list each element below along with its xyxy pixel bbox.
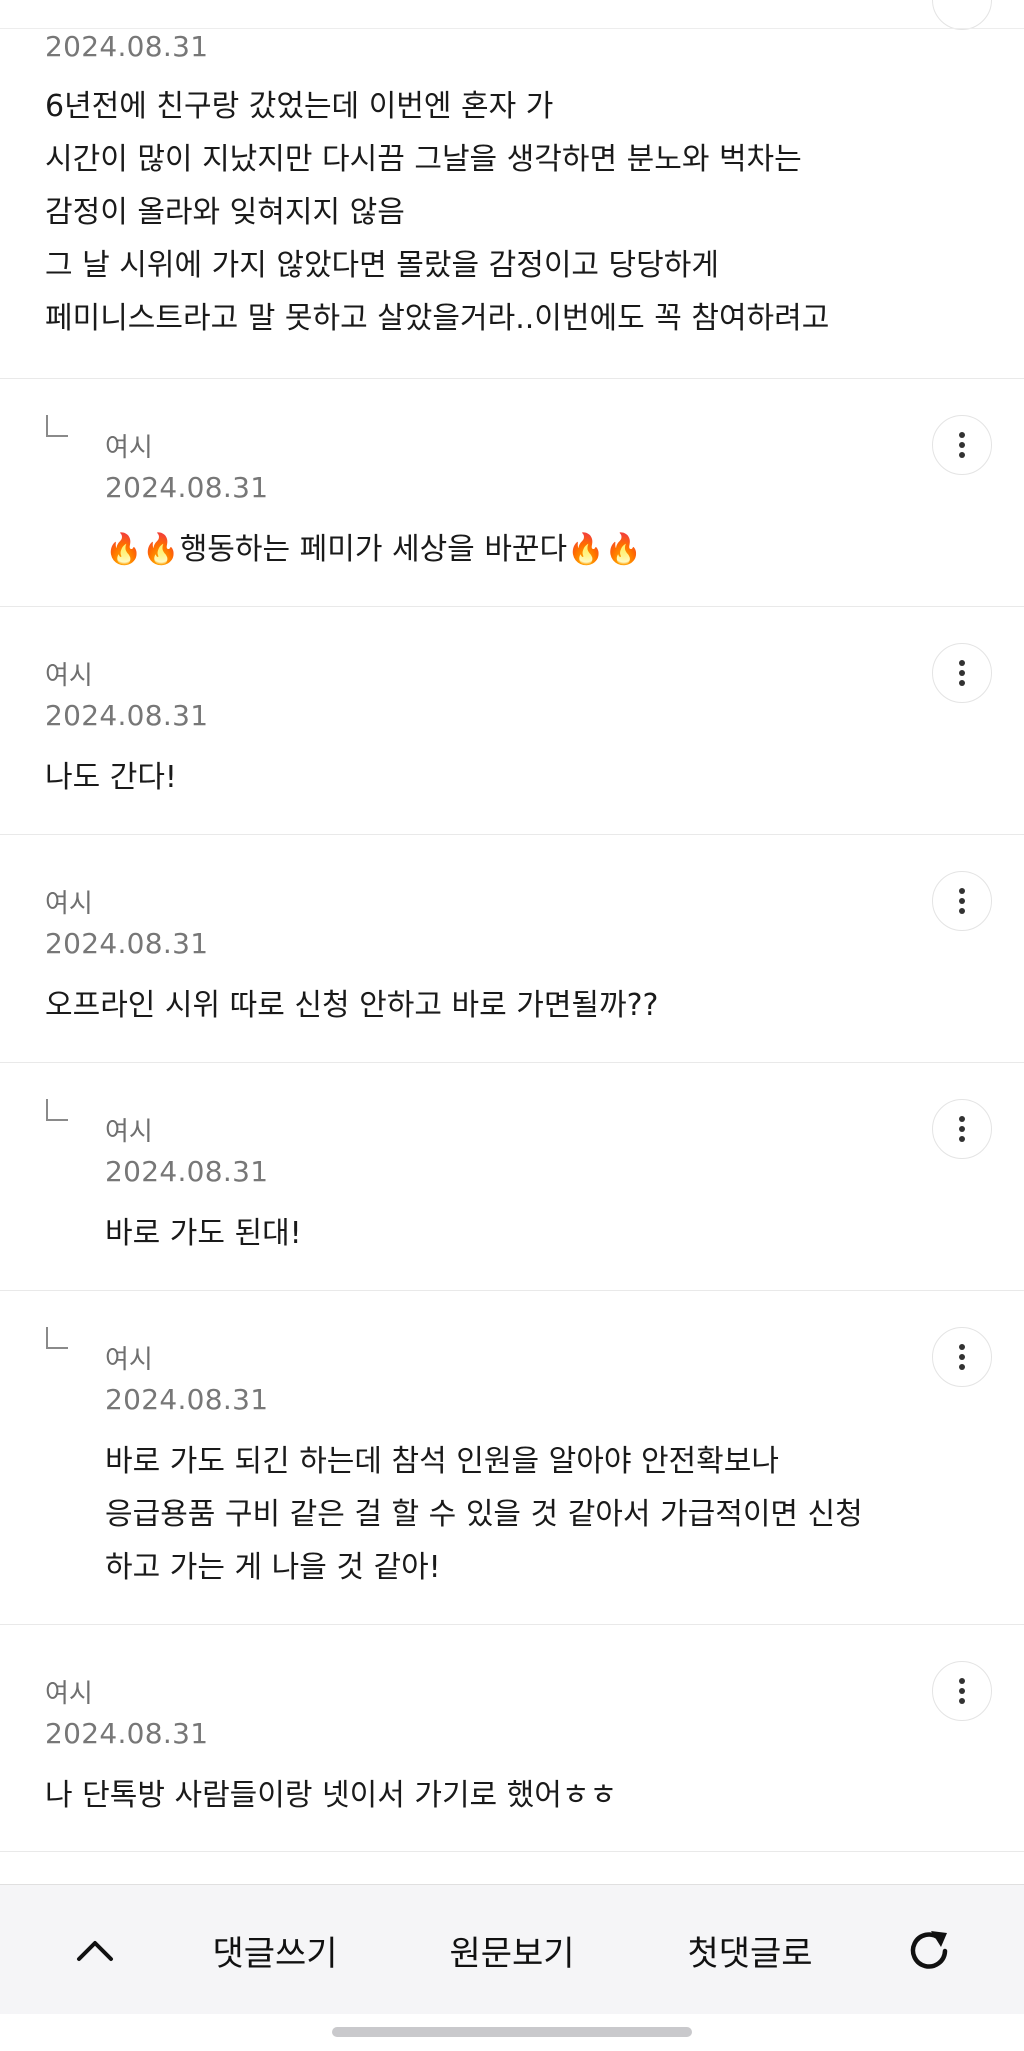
write-comment-button[interactable]: 댓글쓰기 [185, 1885, 365, 2015]
reply-indicator-icon [46, 415, 68, 437]
comment-author: 여시 [105, 1345, 153, 1375]
comment-date: 2024.08.31 [45, 1717, 209, 1750]
comment-line: 나 단톡방 사람들이랑 넷이서 가기로 했어ㅎㅎ [45, 1778, 618, 1813]
chevron-up-icon [77, 1941, 113, 1961]
more-options-button[interactable] [932, 871, 992, 931]
comment-date: 2024.08.31 [105, 1155, 269, 1188]
comment-author: 여시 [105, 1117, 153, 1147]
comment-line: 오프라인 시위 따로 신청 안하고 바로 가면될까?? [45, 988, 659, 1023]
comment-author: 여시 [45, 889, 93, 919]
comment-item: 여시 2024.08.31 나도 간다! [0, 606, 1024, 834]
comment-body: 6년전에 친구랑 갔었는데 이번엔 혼자 가 시간이 많이 지났지만 다시끔 그… [45, 80, 829, 345]
refresh-button[interactable] [890, 1885, 970, 2015]
comment-date: 2024.08.31 [45, 699, 209, 732]
comment-line: 6년전에 친구랑 갔었는데 이번엔 혼자 가 [45, 89, 554, 124]
scroll-top-button[interactable] [55, 1885, 135, 2015]
comment-line: 감정이 올라와 잊혀지지 않음 [45, 195, 405, 230]
comment-line: 나도 간다! [45, 760, 177, 795]
comment-author: 여시 [105, 433, 153, 463]
more-options-button[interactable] [932, 415, 992, 475]
more-options-button[interactable] [932, 1661, 992, 1721]
comment-line: 하고 가는 게 나을 것 같아! [105, 1550, 441, 1585]
reply-comment-item: 여시 2024.08.31 바로 가도 되긴 하는데 참석 인원을 알아야 안전… [0, 1290, 1024, 1624]
more-vertical-icon [959, 1116, 965, 1142]
comment-date: 2024.08.31 [45, 30, 209, 63]
comment-body: 바로 가도 된대! [105, 1207, 302, 1260]
comment-author: 여시 [45, 1679, 93, 1709]
comment-line: 페미니스트라고 말 못하고 살았을거라..이번에도 꼭 참여하려고 [45, 301, 830, 336]
comment-body: 바로 가도 되긴 하는데 참석 인원을 알아야 안전확보나 응급용품 구비 같은… [105, 1435, 863, 1594]
comment-date: 2024.08.31 [45, 927, 209, 960]
comment-item: 여시 2024.08.31 나 단톡방 사람들이랑 넷이서 가기로 했어ㅎㅎ [0, 1624, 1024, 1852]
reply-indicator-icon [46, 1327, 68, 1349]
comment-date: 2024.08.31 [105, 471, 269, 504]
comment-line: 그 날 시위에 가지 않았다면 몰랐을 감정이고 당당하게 [45, 248, 719, 283]
more-vertical-icon [959, 1344, 965, 1370]
comment-line: 응급용품 구비 같은 걸 할 수 있을 것 같아서 가급적이면 신청 [105, 1497, 863, 1532]
more-options-button[interactable] [932, 1099, 992, 1159]
first-comment-button[interactable]: 첫댓글로 [660, 1885, 840, 2015]
reply-comment-item: 여시 2024.08.31 바로 가도 된대! [0, 1062, 1024, 1290]
refresh-icon [910, 1931, 948, 1969]
more-vertical-icon [959, 888, 965, 914]
reply-comment-item: 여시 2024.08.31 🔥🔥행동하는 페미가 세상을 바꾼다🔥🔥 [0, 378, 1024, 606]
comment-body: 나 단톡방 사람들이랑 넷이서 가기로 했어ㅎㅎ [45, 1769, 617, 1822]
comment-line: 🔥🔥행동하는 페미가 세상을 바꾼다🔥🔥 [105, 532, 642, 567]
comment-line: 바로 가도 된대! [105, 1216, 302, 1251]
comment-line: 시간이 많이 지났지만 다시끔 그날을 생각하면 분노와 벅차는 [45, 142, 802, 177]
more-options-button[interactable] [932, 643, 992, 703]
more-vertical-icon [959, 1678, 965, 1704]
reply-indicator-icon [46, 1099, 68, 1121]
more-vertical-icon [959, 432, 965, 458]
bottom-toolbar: 댓글쓰기 원문보기 첫댓글로 [0, 1884, 1024, 2014]
comment-date: 2024.08.31 [105, 1383, 269, 1416]
comment-item: 여시 2024.08.31 오프라인 시위 따로 신청 안하고 바로 가면될까?… [0, 834, 1024, 1062]
comment-author: 여시 [45, 661, 93, 691]
comment-body: 오프라인 시위 따로 신청 안하고 바로 가면될까?? [45, 979, 658, 1032]
comment-body: 🔥🔥행동하는 페미가 세상을 바꾼다🔥🔥 [105, 523, 642, 576]
comment-body: 나도 간다! [45, 751, 177, 804]
more-vertical-icon [959, 660, 965, 686]
view-original-button[interactable]: 원문보기 [422, 1885, 602, 2015]
comment-item: 2024.08.31 6년전에 친구랑 갔었는데 이번엔 혼자 가 시간이 많이… [0, 0, 1024, 378]
home-indicator [332, 2027, 692, 2037]
comment-line: 바로 가도 되긴 하는데 참석 인원을 알아야 안전확보나 [105, 1444, 779, 1479]
more-options-button[interactable] [932, 1327, 992, 1387]
